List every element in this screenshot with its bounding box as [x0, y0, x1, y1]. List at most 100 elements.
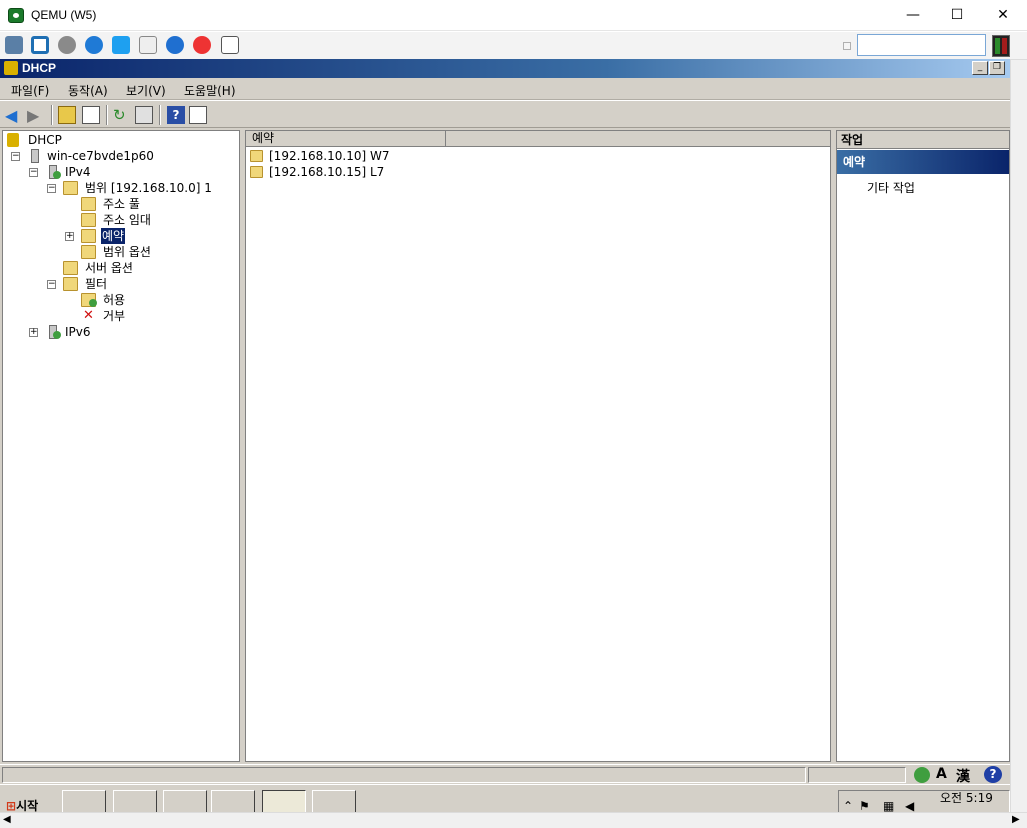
horizontal-scrollbar[interactable]: ◀ ▶ [0, 812, 1027, 828]
expand-icon[interactable]: + [29, 328, 38, 337]
guest-window-title: DHCP [22, 61, 57, 75]
tree-label: IPv4 [65, 165, 91, 179]
console-tree: DHCP − win-ce7bvde1p60 − IPv4 − 범위 [192.… [2, 130, 240, 762]
tree-label: 범위 [192.168.10.0] 1 [85, 181, 212, 195]
address-pool-icon [81, 197, 96, 211]
collapse-icon[interactable]: − [47, 184, 56, 193]
collapse-icon[interactable]: − [29, 168, 38, 177]
windows-icon[interactable] [112, 36, 130, 54]
menu-action[interactable]: 동작(A) [68, 82, 108, 99]
status-ok-icon [89, 299, 97, 307]
reservation-icon [250, 166, 263, 178]
tree-label: IPv6 [65, 325, 91, 339]
trophy-icon [7, 133, 19, 147]
back-icon[interactable]: ◀ [5, 106, 23, 125]
scope-options-icon [81, 245, 96, 259]
server-options-icon [63, 261, 78, 275]
help-icon[interactable]: ? [984, 766, 1002, 783]
action-pane-header: 작업 [837, 131, 1009, 149]
ime-mode-hanja[interactable]: 漢 [956, 766, 970, 786]
tree-label: 범위 옵션 [103, 245, 151, 259]
status-field [808, 767, 906, 783]
refresh-icon[interactable] [85, 36, 103, 54]
menu-file[interactable]: 파일(F) [11, 82, 49, 99]
maximize-button[interactable]: ☐ [934, 0, 980, 31]
ime-icon[interactable] [914, 767, 930, 783]
address-leases-icon [81, 213, 96, 227]
up-folder-icon[interactable] [58, 106, 76, 124]
reservations-icon [81, 229, 96, 243]
volume-icon[interactable]: ◀ [905, 799, 914, 813]
collapse-icon[interactable]: − [11, 152, 20, 161]
collapse-icon[interactable]: − [47, 280, 56, 289]
folder-icon [63, 181, 78, 195]
network-icon[interactable]: ▦ [883, 799, 894, 813]
menu-help[interactable]: 도움말(H) [184, 82, 236, 99]
export-list-icon[interactable] [135, 106, 153, 124]
toolbar-separator [106, 105, 108, 125]
action-pane: 작업 예약 기타 작업 [836, 130, 1010, 762]
tree-label: 서버 옵션 [85, 261, 133, 275]
deny-icon: ✕ [83, 308, 94, 323]
toolbar-separator [51, 105, 53, 125]
document-icon[interactable] [139, 36, 157, 54]
tray-expand-icon[interactable]: ⌃ [843, 799, 853, 813]
toolbar-separator [159, 105, 161, 125]
cubes-icon[interactable] [5, 36, 23, 54]
stop-icon[interactable] [193, 36, 211, 54]
forward-icon[interactable]: ▶ [27, 106, 45, 125]
status-field [2, 767, 806, 783]
eject-icon[interactable] [221, 36, 239, 54]
info-icon[interactable] [166, 36, 184, 54]
action-more-actions[interactable]: 기타 작업 [867, 179, 915, 196]
dhcp-trophy-icon [4, 61, 18, 75]
clock[interactable]: 오전 5:19 [940, 789, 993, 806]
host-search-input[interactable] [857, 34, 986, 56]
tree-label: 필터 [85, 277, 108, 291]
start-label: 시작 [16, 799, 39, 813]
status-ok-icon [53, 171, 61, 179]
list-item-label: [192.168.10.10] W7 [269, 149, 390, 163]
expand-icon[interactable]: + [65, 232, 74, 241]
result-pane: 예약 [192.168.10.10] W7 [192.168.10.15] L7 [245, 130, 831, 762]
list-item-label: [192.168.10.15] L7 [269, 165, 385, 179]
server-icon [31, 149, 39, 163]
ime-mode-a[interactable]: A [936, 766, 947, 782]
action-pane-icon[interactable] [189, 106, 207, 124]
host-checkbox[interactable] [843, 42, 851, 50]
minimize-button[interactable]: — [890, 0, 936, 31]
guest-minimize-button[interactable]: _ [972, 61, 988, 75]
tree-label: 주소 풀 [103, 197, 140, 211]
guest-title-bar: DHCP [0, 59, 1010, 78]
column-header-reservations[interactable]: 예약 [246, 131, 446, 147]
menu-bar: 파일(F) 동작(A) 보기(V) 도움말(H) [0, 78, 1010, 100]
vertical-scrollbar[interactable] [1010, 60, 1027, 812]
tree-label: win-ce7bvde1p60 [47, 149, 154, 163]
tree-label: 주소 임대 [103, 213, 151, 227]
help-icon[interactable]: ? [167, 106, 185, 124]
status-bar: A 漢 ? [0, 764, 1010, 786]
mmc-toolbar: ◀ ▶ ↻ ? [0, 101, 1010, 128]
list-header: 예약 [246, 131, 830, 147]
reservation-icon [250, 150, 263, 162]
filter-icon [63, 277, 78, 291]
windows-logo-icon: ⊞ [6, 799, 17, 813]
qemu-logo-icon [8, 8, 24, 23]
tree-label: DHCP [28, 133, 62, 147]
status-indicator-icon [992, 35, 1010, 57]
refresh-icon[interactable]: ↻ [113, 106, 131, 124]
gear-icon[interactable] [58, 36, 76, 54]
tree-label: 예약 [101, 228, 126, 244]
host-title-bar: QEMU (W5) — ☐ ✕ [0, 0, 1027, 31]
flag-icon[interactable]: ⚑ [859, 799, 870, 813]
scroll-right-icon[interactable]: ▶ [1012, 814, 1020, 825]
host-window-title: QEMU (W5) [31, 8, 97, 22]
fullscreen-icon[interactable] [31, 36, 49, 54]
close-button[interactable]: ✕ [980, 0, 1026, 31]
show-hide-tree-icon[interactable] [82, 106, 100, 124]
menu-view[interactable]: 보기(V) [126, 82, 166, 99]
guest-restore-button[interactable]: ❐ [989, 61, 1005, 75]
action-section-reservations[interactable]: 예약 [837, 150, 1009, 174]
status-ok-icon [53, 331, 61, 339]
scroll-left-icon[interactable]: ◀ [3, 814, 11, 825]
